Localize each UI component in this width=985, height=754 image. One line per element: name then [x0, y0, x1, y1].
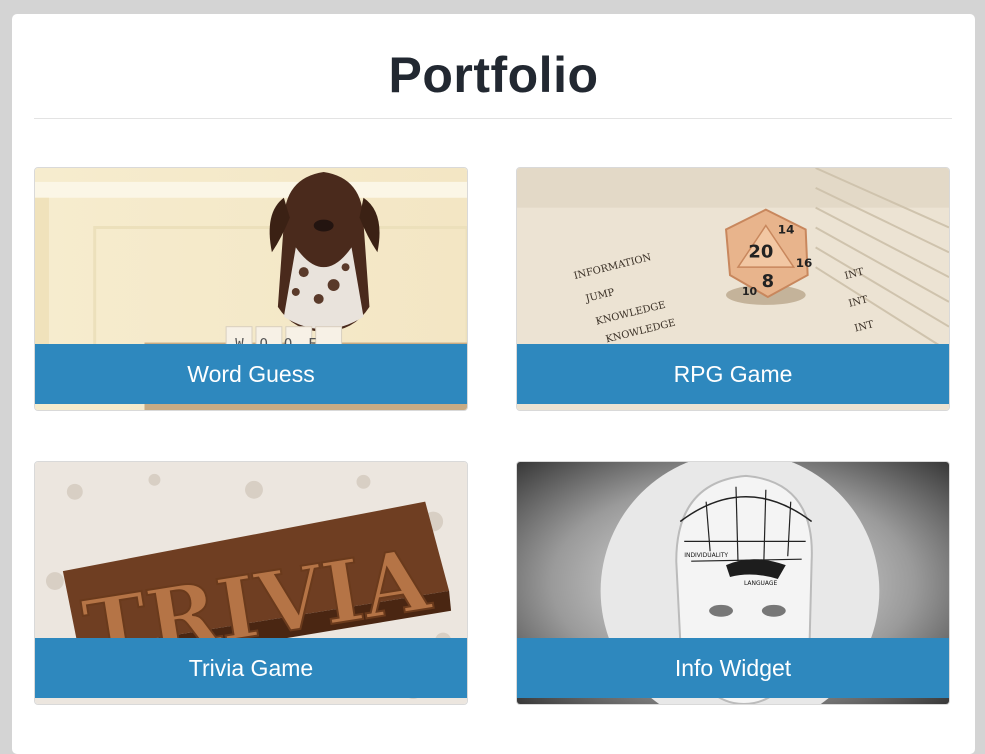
svg-text:14: 14 — [778, 222, 795, 236]
project-card-trivia-game[interactable]: TRIVIA Trivia Game — [34, 461, 468, 705]
svg-text:LANGUAGE: LANGUAGE — [744, 580, 778, 587]
title-divider — [34, 118, 952, 119]
svg-text:10: 10 — [742, 285, 758, 298]
svg-text:8: 8 — [762, 271, 774, 292]
svg-text:16: 16 — [796, 256, 813, 270]
page-title: Portfolio — [388, 47, 599, 103]
project-card-info-widget[interactable]: INDIVIDUALITY LANGUAGE Info Widget — [516, 461, 950, 705]
svg-text:20: 20 — [748, 241, 773, 262]
project-label[interactable]: Word Guess — [35, 344, 467, 404]
project-label[interactable]: Trivia Game — [35, 638, 467, 698]
project-card-word-guess[interactable]: WOOF Word Guess — [34, 167, 468, 411]
project-card-rpg-game[interactable]: INFORMATION JUMP KNOWLEDGE KNOWLEDGE INT… — [516, 167, 950, 411]
svg-text:INDIVIDUALITY: INDIVIDUALITY — [684, 552, 728, 559]
portfolio-panel: Portfolio Word Guess INFORMATION JUMP KN… — [12, 14, 975, 754]
project-label[interactable]: Info Widget — [517, 638, 949, 698]
project-label[interactable]: RPG Game — [517, 344, 949, 404]
